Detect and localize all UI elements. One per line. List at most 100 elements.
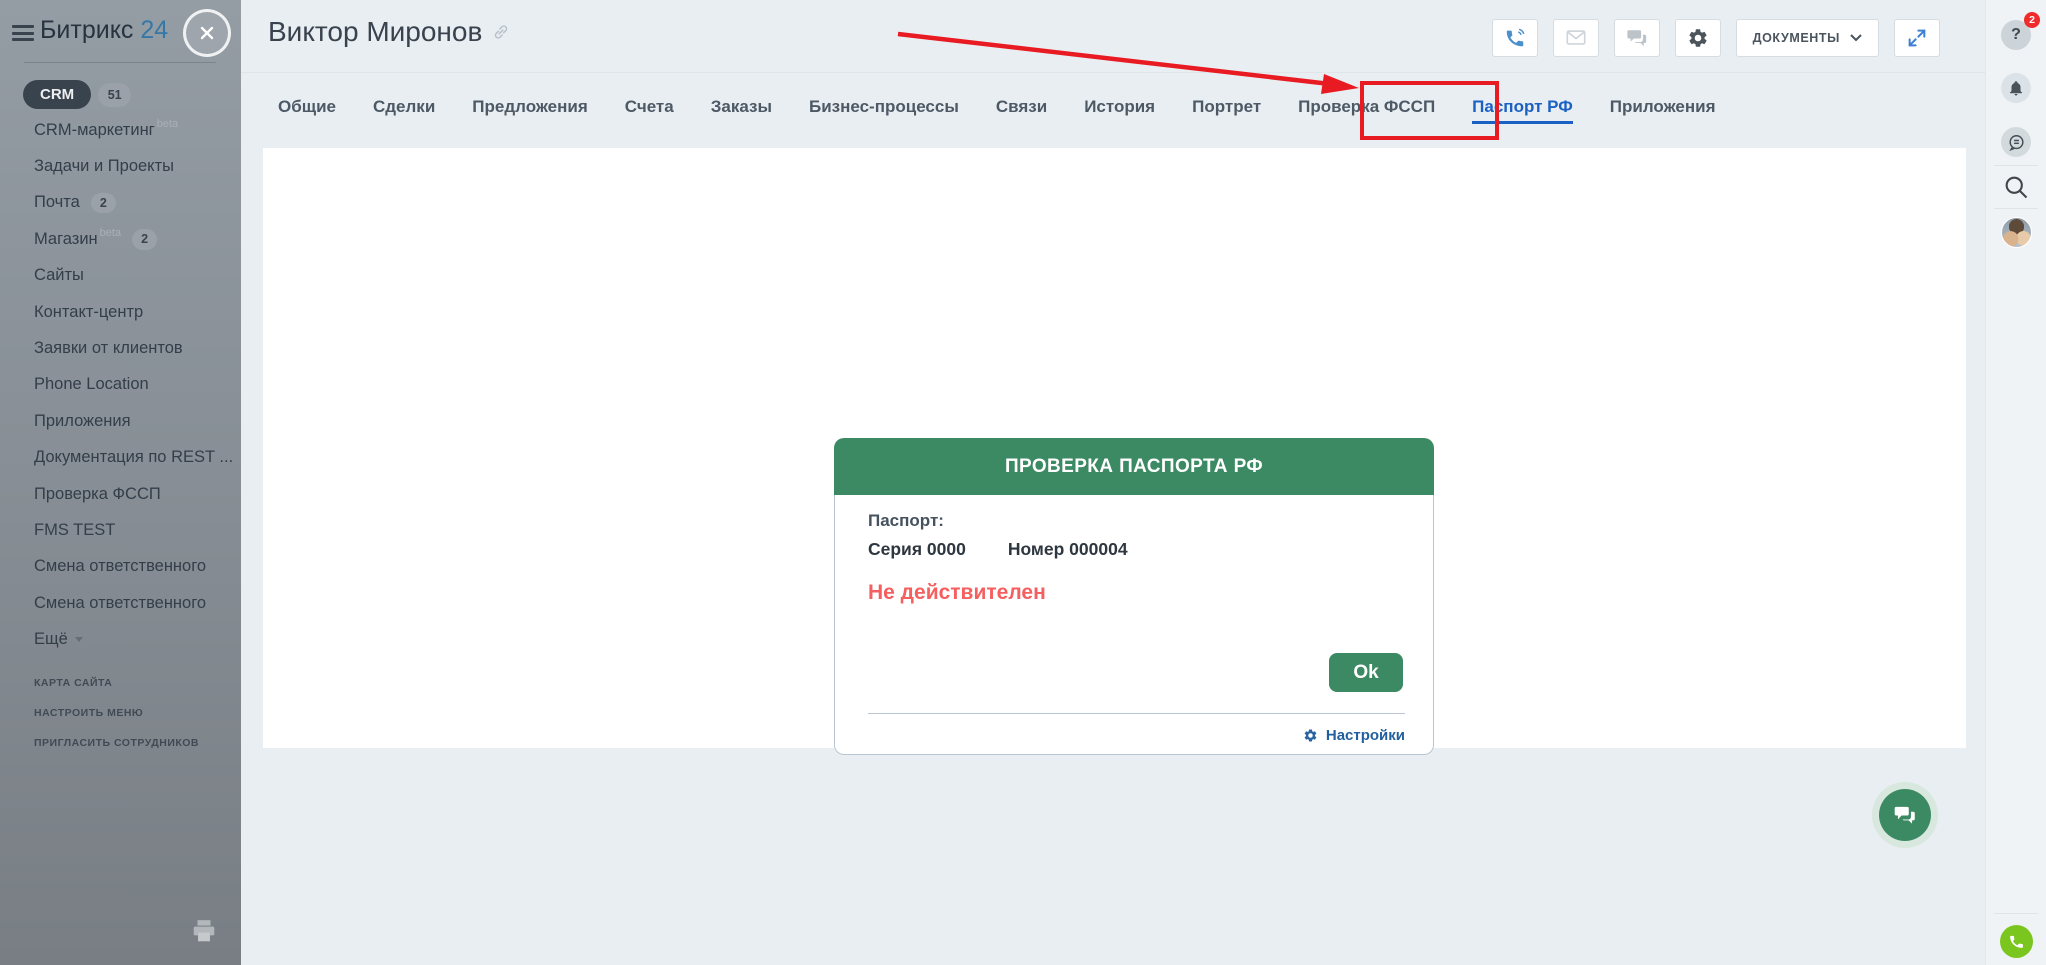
ok-button[interactable]: Ok	[1329, 653, 1403, 692]
sidebar-item-more[interactable]: Ещё	[34, 621, 235, 657]
telephony-button[interactable]	[2000, 925, 2033, 958]
chat-button[interactable]	[1613, 19, 1660, 57]
tab-invoices[interactable]: Счета	[625, 97, 674, 124]
logo: Битрикс 24	[40, 16, 168, 45]
sidebar-item-crm-marketing[interactable]: CRM-маркетинг beta	[34, 112, 235, 148]
sidebar-item-fssp-check[interactable]: Проверка ФССП	[34, 476, 235, 512]
chevron-down-icon	[1850, 34, 1862, 42]
messenger-button[interactable]	[2001, 127, 2031, 157]
chat-bubbles-icon	[1894, 806, 1915, 824]
sidebar-item-sites[interactable]: Сайты	[34, 258, 235, 294]
sidebar-item-crm[interactable]: CRM 51	[23, 80, 132, 109]
rail-divider	[1994, 913, 2038, 914]
sidebar-item-mail[interactable]: Почта 2	[34, 185, 235, 221]
question-icon: ?	[2011, 26, 2021, 43]
passport-label: Паспорт:	[868, 511, 944, 530]
mail-count-badge: 2	[90, 192, 116, 214]
passport-series: Серия 0000	[868, 539, 966, 559]
passport-status: Не действителен	[868, 581, 1046, 604]
tab-quotes[interactable]: Предложения	[472, 97, 588, 124]
avatar[interactable]	[2001, 217, 2032, 248]
invite-employees-link[interactable]: ПРИГЛАСИТЬ СОТРУДНИКОВ	[34, 728, 199, 758]
sidebar-item-contact-center[interactable]: Контакт-центр	[34, 294, 235, 330]
passport-check-card: ПРОВЕРКА ПАСПОРТА РФ Паспорт: Серия 0000…	[834, 438, 1434, 755]
chat-bubbles-icon	[1626, 30, 1646, 47]
search-icon[interactable]	[2002, 173, 2030, 201]
sidebar-item-fms-test[interactable]: FMS TEST	[34, 512, 235, 548]
tab-applications[interactable]: Приложения	[1610, 97, 1716, 124]
sidebar-item-apps[interactable]: Приложения	[34, 403, 235, 439]
logo-number: 24	[140, 16, 169, 44]
printer-icon[interactable]	[190, 918, 218, 944]
tab-general[interactable]: Общие	[278, 97, 336, 124]
sidebar-item-shop[interactable]: Магазин beta 2	[34, 221, 235, 257]
tab-fssp-check[interactable]: Проверка ФССП	[1298, 97, 1435, 124]
page-title: Виктор Миронов	[268, 16, 510, 48]
chat-fab-circle	[1879, 789, 1931, 841]
close-icon	[200, 26, 214, 40]
main-area: Виктор Миронов ДОКУМЕНТЫ Общие Сделки Пр…	[241, 0, 1985, 965]
rail-divider	[1994, 165, 2038, 166]
sidebar-item-change-responsible-1[interactable]: Смена ответственного	[34, 549, 235, 585]
bell-icon	[2010, 81, 2022, 96]
contact-name: Виктор Миронов	[268, 16, 483, 47]
passport-card-body: Паспорт: Серия 0000 Номер 000004 Не дейс…	[834, 495, 1434, 755]
contact-toolbar: ДОКУМЕНТЫ	[1491, 19, 1940, 57]
right-rail: ? 2	[1985, 0, 2046, 965]
beta-tag: beta	[156, 118, 179, 130]
sidebar-menu: CRM-маркетинг beta Задачи и Проекты Почта…	[34, 112, 235, 658]
content-panel: ПРОВЕРКА ПАСПОРТА РФ Паспорт: Серия 0000…	[263, 148, 1966, 848]
tab-portrait[interactable]: Портрет	[1192, 97, 1261, 124]
beta-tag: beta	[99, 227, 122, 240]
phone-icon	[2010, 935, 2023, 948]
tab-deals[interactable]: Сделки	[373, 97, 435, 124]
sidebar-item-tasks[interactable]: Задачи и Проекты	[34, 148, 235, 184]
expand-button[interactable]	[1894, 19, 1940, 57]
settings-button[interactable]	[1674, 19, 1721, 57]
sidebar-item-rest-docs[interactable]: Документация по REST ...	[34, 440, 235, 476]
settings-label: Настройки	[1325, 727, 1405, 744]
documents-dropdown[interactable]: ДОКУМЕНТЫ	[1735, 19, 1879, 57]
expand-arrows-icon	[1908, 29, 1926, 47]
gear-icon	[1689, 29, 1707, 47]
settings-link[interactable]: Настройки	[1303, 727, 1405, 744]
close-menu-button[interactable]	[183, 9, 231, 57]
tab-history[interactable]: История	[1084, 97, 1155, 124]
contact-tabs: Общие Сделки Предложения Счета Заказы Би…	[278, 73, 1716, 148]
sidebar-item-client-requests[interactable]: Заявки от клиентов	[34, 330, 235, 366]
notifications-button[interactable]	[2001, 73, 2031, 103]
tab-passport-rf[interactable]: Паспорт РФ	[1472, 97, 1573, 124]
link-icon[interactable]	[492, 23, 510, 41]
left-sidebar: Битрикс 24 CRM 51 CRM-маркетинг beta Зада…	[0, 0, 241, 965]
sidebar-item-change-responsible-2[interactable]: Смена ответственного	[34, 585, 235, 621]
passport-card-title: ПРОВЕРКА ПАСПОРТА РФ	[1004, 455, 1264, 477]
sidebar-footer-links: КАРТА САЙТА НАСТРОИТЬ МЕНЮ ПРИГЛАСИТЬ СО…	[34, 668, 199, 758]
call-button[interactable]	[1491, 19, 1538, 57]
crm-count-badge: 51	[98, 82, 132, 107]
crm-pill[interactable]: CRM	[23, 80, 92, 109]
logo-brand: Битрикс	[40, 16, 134, 44]
gear-icon	[1304, 729, 1317, 742]
configure-menu-link[interactable]: НАСТРОИТЬ МЕНЮ	[34, 698, 199, 728]
envelope-icon	[1566, 30, 1586, 45]
tab-relations[interactable]: Связи	[996, 97, 1047, 124]
sidebar-header: Битрикс 24	[0, 0, 241, 62]
sitemap-link[interactable]: КАРТА САЙТА	[34, 668, 199, 698]
passport-card-header: ПРОВЕРКА ПАСПОРТА РФ	[834, 438, 1434, 495]
passport-number: Номер 000004	[1007, 539, 1128, 559]
documents-label: ДОКУМЕНТЫ	[1752, 31, 1840, 45]
tab-orders[interactable]: Заказы	[711, 97, 772, 124]
hamburger-menu-icon[interactable]	[12, 25, 34, 41]
chat-lines-icon	[2008, 134, 2024, 151]
email-button[interactable]	[1552, 19, 1599, 57]
help-notification-badge: 2	[2024, 12, 2040, 28]
chevron-down-icon	[74, 637, 83, 643]
passport-series-row: Серия 0000 Номер 000004	[868, 539, 1128, 560]
card-divider	[868, 713, 1405, 714]
rail-divider	[1994, 208, 2038, 209]
phone-icon	[1506, 28, 1525, 47]
sidebar-item-phone-location[interactable]: Phone Location	[34, 367, 235, 403]
tab-business-processes[interactable]: Бизнес-процессы	[809, 97, 959, 124]
sidebar-divider	[24, 62, 216, 63]
open-chat-fab[interactable]	[1872, 782, 1938, 848]
